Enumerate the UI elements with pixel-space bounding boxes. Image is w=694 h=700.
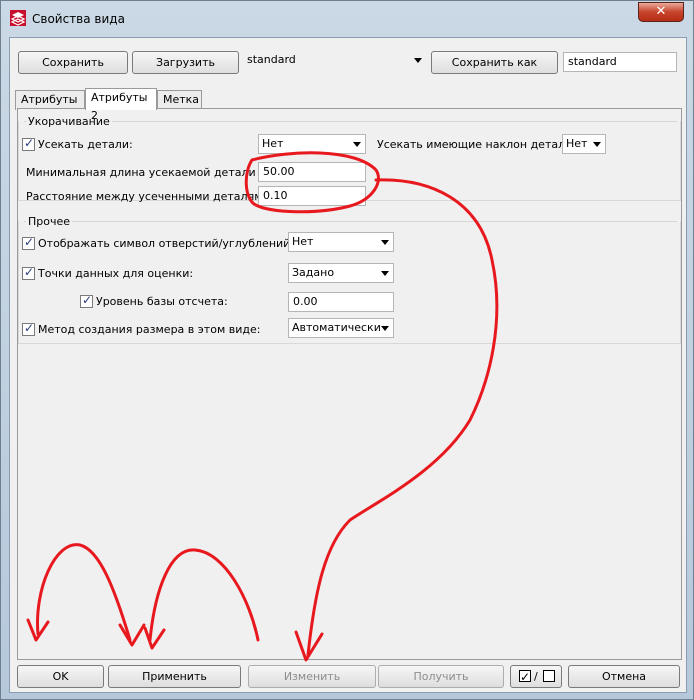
dim-method-select[interactable]: Автоматически [288,318,394,338]
chevron-down-icon [353,142,361,147]
data-points-select-value: Задано [292,266,335,279]
checked-box-icon: ✓ [519,670,531,684]
cancel-button[interactable]: Отмена [568,665,680,688]
tab-attributes-2[interactable]: Атрибуты 2 [85,88,157,122]
save-as-name-input[interactable]: standard [563,52,677,72]
min-length-input[interactable]: 50.00 [258,162,366,182]
dim-method-select-value: Автоматически [292,321,381,334]
checkmark-icon: ✓ [24,136,35,150]
dialog-window: Свойства вида ✕ Сохранить Загрузить stan… [0,0,694,700]
toggle-all-button[interactable]: ✓ / [510,665,562,688]
chevron-down-icon [381,240,389,245]
dialog-client-area: Сохранить Загрузить standard Сохранить к… [9,37,687,693]
preset-select[interactable]: standard [244,51,426,71]
save-as-button[interactable]: Сохранить как [431,51,558,74]
chevron-down-icon [414,58,422,63]
chevron-down-icon [593,142,601,147]
toggle-separator: / [534,670,538,683]
checkmark-icon: ✓ [24,321,35,335]
checkmark-icon: ✓ [82,293,93,307]
data-points-select[interactable]: Задано [288,263,394,283]
get-button[interactable]: Получить [378,665,504,688]
window-title: Свойства вида [32,12,125,26]
cut-parts-label: Усекать детали: [38,138,133,151]
modify-button[interactable]: Изменить [248,665,376,688]
save-button[interactable]: Сохранить [18,51,128,74]
ok-button[interactable]: OK [17,665,104,688]
apply-button[interactable]: Применить [108,665,241,688]
hole-symbol-checkbox[interactable]: ✓ [22,235,35,250]
title-bar[interactable]: Свойства вида ✕ [1,1,693,37]
hole-symbol-label: Отображать символ отверстий/углублений: [38,237,295,250]
hole-symbol-select[interactable]: Нет [288,232,394,252]
chevron-down-icon [381,271,389,276]
cut-parts-checkbox[interactable]: ✓ [22,136,35,151]
unchecked-box-icon [543,670,555,682]
base-level-input[interactable]: 0.00 [288,292,394,312]
close-icon: ✕ [655,4,667,19]
dim-method-checkbox[interactable]: ✓ [22,321,35,336]
preset-select-value: standard [247,53,296,66]
base-level-checkbox[interactable]: ✓ [80,293,93,308]
app-logo-icon [10,10,26,26]
hole-symbol-select-value: Нет [292,235,314,248]
tab-panel: Укорачивание ✓ Усекать детали: Нет Усека… [17,108,682,660]
tab-label[interactable]: Метка [157,90,202,110]
cut-sloped-label: Усекать имеющие наклон детали: [377,138,576,151]
data-points-checkbox[interactable]: ✓ [22,265,35,280]
checkmark-icon: ✓ [24,265,35,279]
dim-method-label: Метод создания размера в этом виде: [38,323,261,336]
cut-sloped-select[interactable]: Нет [562,134,606,154]
close-button[interactable]: ✕ [638,2,684,22]
load-button[interactable]: Загрузить [132,51,239,74]
checkmark-icon: ✓ [24,235,35,249]
cut-parts-select[interactable]: Нет [258,134,366,154]
cut-parts-select-value: Нет [262,137,284,150]
tab-attributes-1[interactable]: Атрибуты 1 [15,90,85,124]
data-points-label: Точки данных для оценки: [38,267,194,280]
base-level-label: Уровень базы отсчета: [96,295,228,308]
chevron-down-icon [381,326,389,331]
distance-label: Расстояние между усеченными деталями: [26,190,274,203]
distance-input[interactable]: 0.10 [258,186,366,206]
min-length-label: Минимальная длина усекаемой детали [26,166,256,179]
